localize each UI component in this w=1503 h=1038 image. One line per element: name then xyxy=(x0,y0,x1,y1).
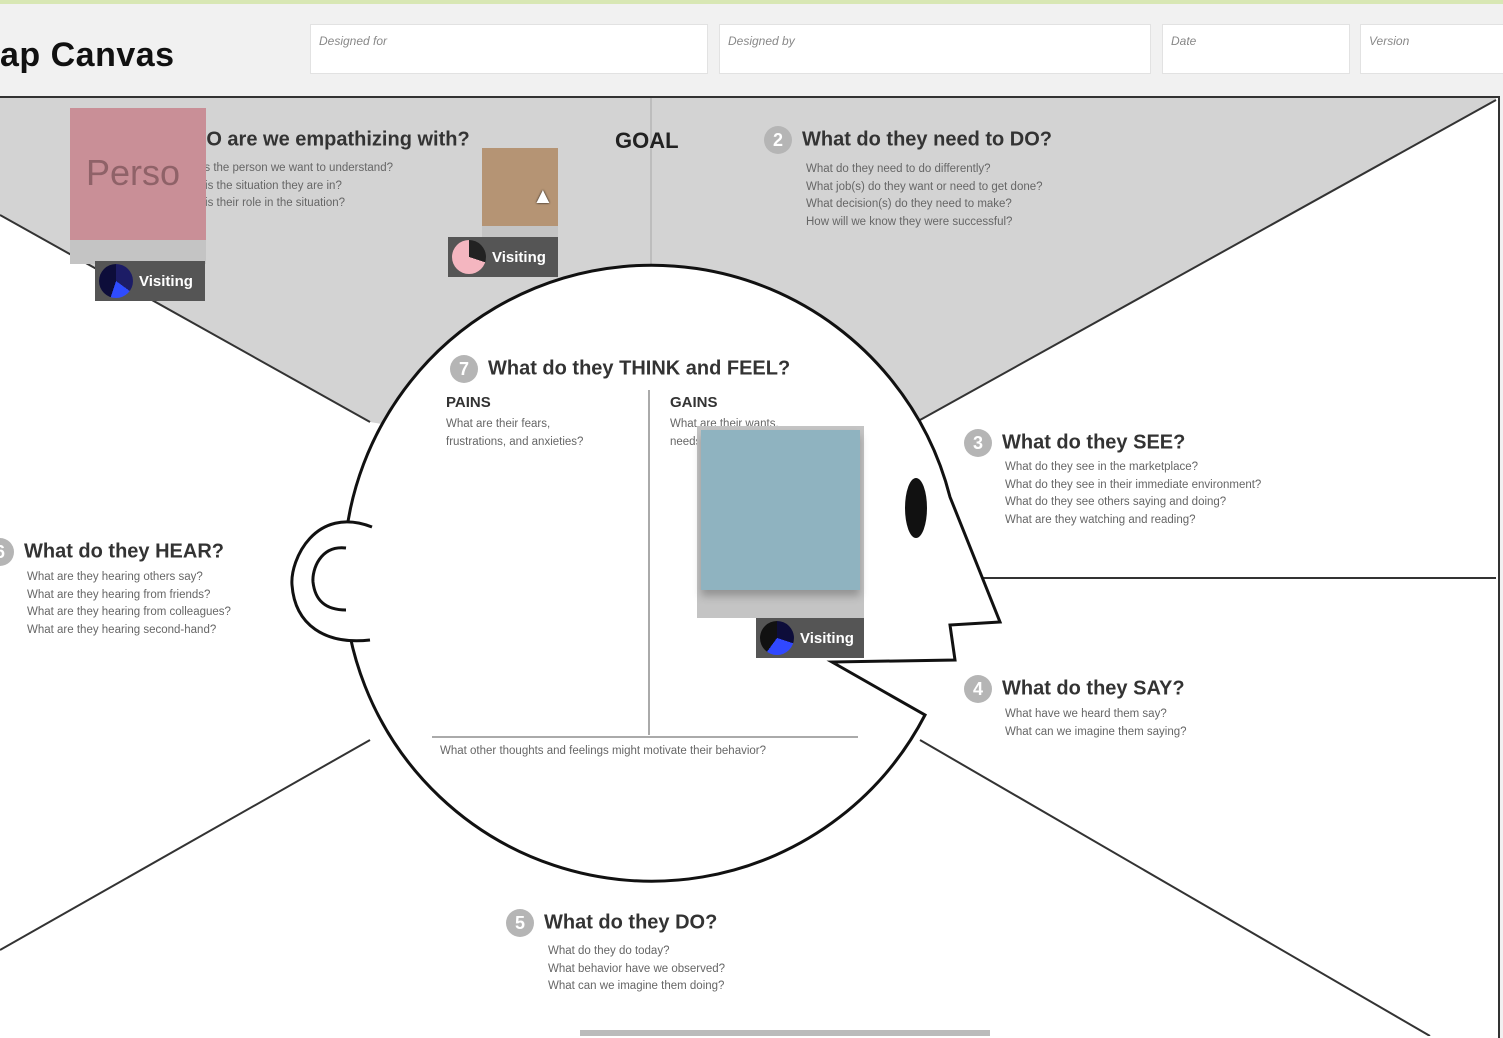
who-question: Who is the person we want to understand? xyxy=(175,162,393,174)
persona-sticky-note[interactable]: Perso xyxy=(70,108,206,264)
persona-sticky-text: Perso xyxy=(86,152,181,193)
need-to-do-heading: 2 What do they need to DO? xyxy=(764,126,1052,154)
hear-title: What do they HEAR? xyxy=(24,540,224,563)
who-questions: Who is the person we want to understand?… xyxy=(175,160,393,213)
do-number-badge: 5 xyxy=(506,909,534,937)
visitor-avatar xyxy=(99,264,133,298)
say-questions: What have we heard them say? What can we… xyxy=(1005,706,1187,741)
visiting-badge-2: Visiting xyxy=(448,237,558,277)
gains-label: GAINS xyxy=(670,394,718,411)
visitor-avatar xyxy=(452,240,486,274)
hear-question: What are they hearing second-hand? xyxy=(27,623,217,636)
visiting-label: Visiting xyxy=(800,629,854,647)
pains-question: frustrations, and anxieties? xyxy=(446,435,584,448)
bottom-scroll-strip xyxy=(580,1030,990,1036)
say-title: What do they SAY? xyxy=(1002,677,1185,700)
visiting-badge-1: Visiting xyxy=(95,261,205,301)
hear-question: What are they hearing from friends? xyxy=(27,588,211,601)
say-question: What have we heard them say? xyxy=(1005,708,1167,720)
visiting-label: Visiting xyxy=(492,248,546,266)
say-heading: 4 What do they SAY? xyxy=(964,675,1185,703)
divider-bottom-left xyxy=(0,739,371,951)
do-question: What do they do today? xyxy=(548,945,670,957)
think-feel-title: What do they THINK and FEEL? xyxy=(488,357,791,380)
hear-question: What are they hearing others say? xyxy=(27,571,203,583)
need-to-do-number-badge: 2 xyxy=(764,126,792,154)
who-question: What is their role in the situation? xyxy=(175,197,346,209)
who-question: What is the situation they are in? xyxy=(175,179,342,192)
need-to-do-question: What job(s) do they want or need to get … xyxy=(806,180,1043,193)
do-questions: What do they do today? What behavior hav… xyxy=(548,943,725,996)
see-question: What do they see in their immediate envi… xyxy=(1005,478,1262,491)
visitor-avatar xyxy=(760,621,794,655)
do-heading: 5 What do they DO? xyxy=(506,909,717,937)
do-question: What behavior have we observed? xyxy=(548,962,726,975)
hear-question: What are they hearing from colleagues? xyxy=(27,606,231,618)
do-question: What can we imagine them doing? xyxy=(548,980,725,992)
ear-shape xyxy=(290,520,373,643)
think-feel-heading: 7 What do they THINK and FEEL? xyxy=(450,355,790,383)
hear-heading: 6 What do they HEAR? xyxy=(0,538,224,566)
see-heading: 3 What do they SEE? xyxy=(964,429,1185,457)
see-title: What do they SEE? xyxy=(1002,431,1186,454)
blue-sticky-fill xyxy=(701,430,860,590)
see-question: What are they watching and reading? xyxy=(1005,513,1196,526)
see-question: What do they see in the marketplace? xyxy=(1005,461,1199,473)
say-question: What can we imagine them saying? xyxy=(1005,725,1187,738)
pains-question: What are their fears, xyxy=(446,418,551,430)
hear-number-badge: 6 xyxy=(0,538,14,566)
eye xyxy=(905,478,927,538)
visiting-label: Visiting xyxy=(139,272,193,290)
see-question: What do they see others saying and doing… xyxy=(1005,496,1227,508)
pains-questions: What are their fears, frustrations, and … xyxy=(446,416,583,451)
see-questions: What do they see in the marketplace? Wha… xyxy=(1005,459,1261,529)
need-to-do-question: What decision(s) do they need to make? xyxy=(806,198,1012,210)
goal-label: GOAL xyxy=(615,128,679,153)
who-title: WHO are we empathizing with? xyxy=(173,128,470,151)
see-number-badge: 3 xyxy=(964,429,992,457)
need-to-do-questions: What do they need to do differently? Wha… xyxy=(806,161,1043,231)
pains-label: PAINS xyxy=(446,394,491,411)
need-to-do-title: What do they need to DO? xyxy=(802,128,1052,151)
need-to-do-question: What do they need to do differently? xyxy=(806,163,991,175)
visiting-badge-3: Visiting xyxy=(756,618,864,658)
think-bottom-question: What other thoughts and feelings might m… xyxy=(440,745,767,757)
do-title: What do they DO? xyxy=(544,911,718,934)
blue-sticky-note[interactable] xyxy=(697,426,864,618)
say-number-badge: 4 xyxy=(964,675,992,703)
mouse-cursor-icon: ▲ xyxy=(532,183,554,208)
hear-questions: What are they hearing others say? What a… xyxy=(27,569,231,639)
need-to-do-question: How will we know they were successful? xyxy=(806,215,1013,228)
think-feel-number-badge: 7 xyxy=(450,355,478,383)
divider-bottom-right xyxy=(919,739,1431,1036)
